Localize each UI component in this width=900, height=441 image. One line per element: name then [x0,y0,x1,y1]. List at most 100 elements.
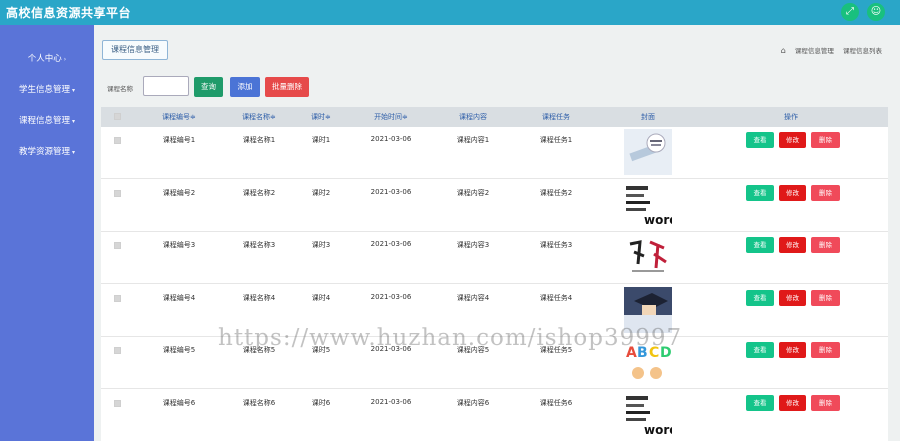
svg-text:words: words [644,213,672,227]
user-icon[interactable]: ☺ [867,3,885,21]
cover-thumbnail: words [624,391,672,438]
cell-course-code: 课程编号6 [162,398,196,407]
edit-button[interactable]: 修改 [779,184,806,201]
cell-course-name: 课程名称6 [242,398,276,407]
select-all-checkbox[interactable] [114,113,121,120]
delete-button[interactable]: 删除 [811,342,840,358]
cover-thumbnail: words [624,181,672,228]
table-row: 课程编号1 课程名称1 课时1 2021-03-06 课程内容1 课程任务1 查看 修改 删除 [101,127,888,179]
sidebar-item-label: 学生信息管理 [18,85,70,95]
cell-start-time: 2021-03-06 [370,187,412,196]
cell-course-name: 课程名称2 [242,188,276,197]
cell-course-name: 课程名称1 [242,136,276,144]
top-bar: 高校信息资源共享平台 ⤢ ☺ [0,0,900,25]
add-button[interactable]: 添加 [230,77,260,97]
cell-course-code: 课程编号1 [162,136,196,144]
sidebar-item-label: 教学资源管理 [18,147,70,157]
row-checkbox[interactable] [114,137,121,144]
cell-hours: 课时2 [311,188,331,197]
cell-hours: 课时1 [311,136,331,144]
breadcrumb-item[interactable]: 课程信息管理 [795,47,834,55]
query-button[interactable]: 查询 [194,77,223,97]
home-icon[interactable]: ⌂ [781,46,786,55]
view-button[interactable]: 查看 [746,237,774,253]
view-button[interactable]: 查看 [746,394,774,411]
table-row: 课程编号2 课程名称2 课时2 2021-03-06 课程内容2 课程任务2 words 查看… [101,179,888,232]
delete-button[interactable]: 删除 [811,237,840,253]
cell-course-task: 课程任务1 [539,136,573,144]
cell-course-content: 课程内容4 [456,293,490,302]
edit-button[interactable]: 修改 [779,132,806,148]
view-button[interactable]: 查看 [746,132,774,148]
table-row: 课程编号3 课程名称3 课时3 2021-03-06 课程内容3 课程任务3 查看 修改 删除 [101,232,888,284]
edit-button[interactable]: 修改 [779,342,806,358]
cell-start-time: 2021-03-06 [370,240,412,248]
breadcrumb-item: 课程信息列表 [843,47,882,55]
col-start-time[interactable]: 开始时间≑ [359,107,423,127]
cell-start-time: 2021-03-06 [370,397,412,406]
app-title: 高校信息资源共享平台 [6,6,132,20]
delete-button[interactable]: 删除 [811,132,840,148]
cell-course-code: 课程编号3 [162,241,196,249]
col-actions: 操作 [784,113,798,121]
search-label: 课程名称 [107,85,133,93]
sidebar-item-label: 课程信息管理 [18,116,70,126]
cell-course-code: 课程编号4 [162,293,196,302]
cell-course-content: 课程内容3 [456,241,490,249]
table-header: 课程编号≑ 课程名称≑ 课时≑ 开始时间≑ 课程内容 课程任务 封面 操作 [101,107,888,127]
sidebar-item-label: 个人中心 [27,54,62,64]
view-button[interactable]: 查看 [746,342,774,358]
edit-button[interactable]: 修改 [779,394,806,411]
cell-start-time: 2021-03-06 [370,135,412,143]
row-checkbox[interactable] [114,242,121,249]
view-button[interactable]: 查看 [746,184,774,201]
chevron-right-icon: › [63,56,67,63]
delete-button[interactable]: 删除 [811,184,840,201]
sidebar-item-course-info[interactable]: 课程信息管理 ▾ [0,113,94,129]
row-checkbox[interactable] [114,347,121,354]
cell-course-content: 课程内容2 [456,188,490,197]
cover-image-words: words [624,391,672,438]
cell-hours: 课时6 [311,398,331,407]
col-cover: 封面 [641,113,655,121]
cell-course-task: 课程任务4 [539,293,573,302]
course-name-input[interactable] [143,76,189,96]
cell-course-name: 课程名称4 [242,293,276,302]
expand-icon[interactable]: ⤢ [841,3,859,21]
cover-thumbnail [624,129,672,175]
cover-image-words: words [624,181,672,228]
col-course-task: 课程任务 [542,113,570,121]
row-checkbox[interactable] [114,189,121,197]
edit-button[interactable]: 修改 [779,289,806,306]
cell-start-time: 2021-03-06 [370,292,412,301]
edit-button[interactable]: 修改 [779,237,806,253]
cover-thumbnail [624,234,672,280]
col-hours[interactable]: 课时≑ [301,107,341,127]
page-title: 课程信息管理 [102,40,168,60]
sidebar-item-teaching-resources[interactable]: 教学资源管理 ▾ [0,144,94,160]
watermark: https://www.huzhan.com/ishop39997 [218,325,683,351]
col-course-code[interactable]: 课程编号≑ [149,107,209,127]
view-button[interactable]: 查看 [746,289,774,306]
cell-course-code: 课程编号2 [162,188,196,197]
sidebar-item-student-info[interactable]: 学生信息管理 ▾ [0,82,94,98]
batch-delete-button[interactable]: 批量删除 [265,77,309,97]
row-checkbox[interactable] [114,399,121,407]
sidebar: 个人中心 › 学生信息管理 ▾ 课程信息管理 ▾ 教学资源管理 ▾ [0,25,94,441]
cell-hours: 课时4 [311,293,331,302]
sidebar-item-personal-center[interactable]: 个人中心 › [0,51,94,67]
delete-button[interactable]: 删除 [811,289,840,306]
row-checkbox[interactable] [114,294,121,302]
cell-course-content: 课程内容1 [456,136,490,144]
cell-course-code: 课程编号5 [162,346,196,354]
chevron-down-icon: ▾ [72,149,76,156]
col-course-name[interactable]: 课程名称≑ [229,107,289,127]
cover-image-calligraphy [624,234,672,280]
col-course-content: 课程内容 [459,113,487,121]
cell-course-name: 课程名称3 [242,241,276,249]
cell-course-task: 课程任务6 [539,398,573,407]
breadcrumb: ⌂ 课程信息管理 课程信息列表 [774,45,882,55]
cell-course-task: 课程任务3 [539,241,573,249]
delete-button[interactable]: 删除 [811,394,840,411]
cover-image-handshake [624,129,672,175]
